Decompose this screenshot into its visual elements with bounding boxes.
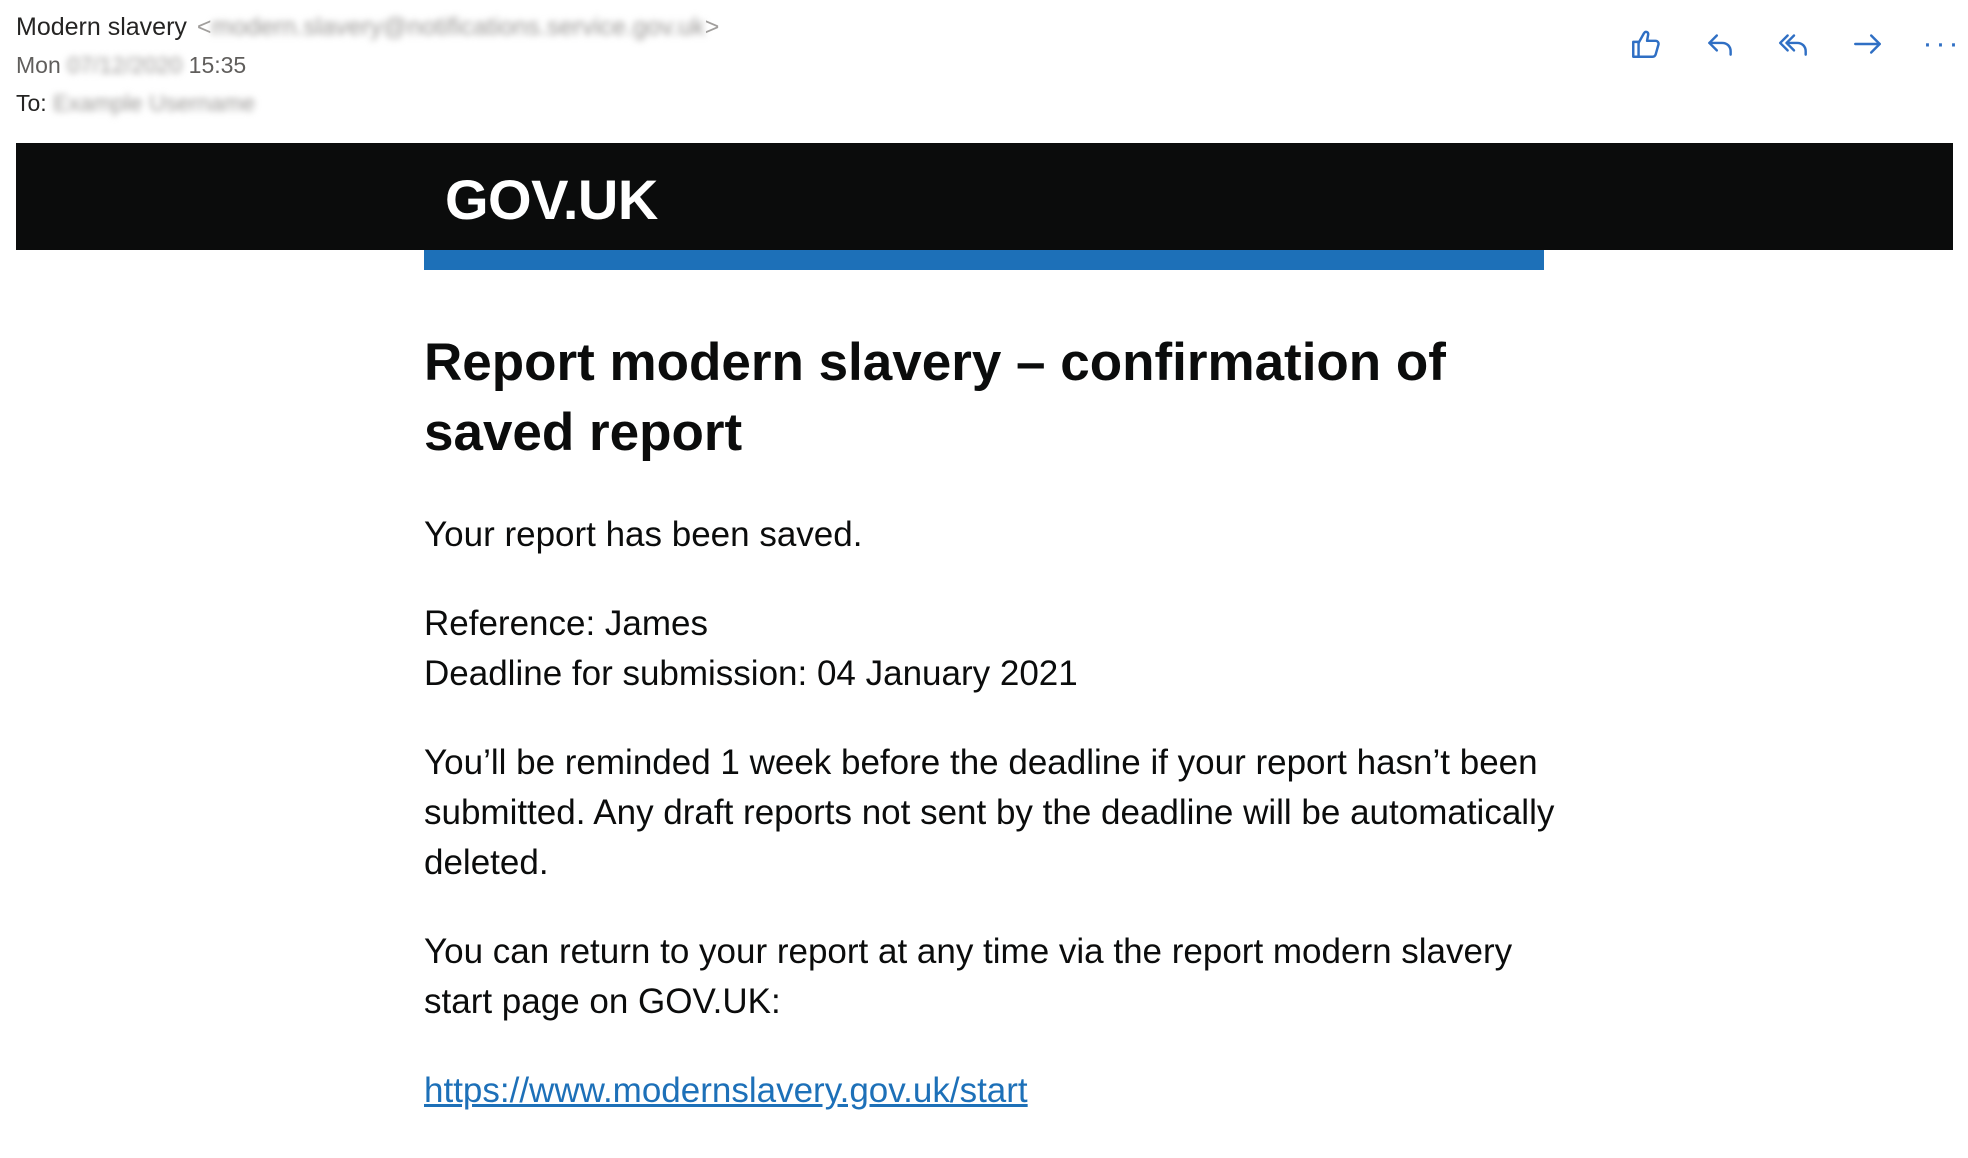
sender-line: Modern slavery < modern.slavery@notificat… [16,8,719,46]
govuk-header-bar [16,143,1953,250]
email-title: Report modern slavery – confirmation of … [424,333,1446,462]
thumbs-up-icon [1632,30,1660,58]
reminder-text: You’ll be reminded 1 week before the dea… [424,743,1555,882]
email-body: Report modern slavery – confirmation of … [424,328,1564,1116]
forward-icon [1854,34,1881,54]
message-actions: ··· [1628,26,1960,62]
reply-all-button[interactable] [1776,26,1812,62]
reply-all-icon [1778,34,1807,56]
to-line: To: Example Username [16,84,719,122]
reply-button[interactable] [1702,26,1738,62]
govuk-logo: GOV.UK [445,168,658,231]
to-value[interactable]: Example Username [53,90,255,117]
deadline-line: Deadline for submission: 04 January 2021 [424,654,1078,693]
start-page-link[interactable]: https://www.modernslavery.gov.uk/start [424,1071,1028,1110]
time-value: 15:35 [188,51,247,78]
more-button[interactable]: ··· [1922,26,1962,62]
sender-address: < modern.slavery@notifications.service.go… [196,12,720,41]
sender-name[interactable]: Modern slavery [16,13,187,42]
date-line: Mon 07/12/2020 15:35 [16,46,719,84]
like-button[interactable] [1628,26,1664,62]
date-value: 07/12/2020 [67,51,183,78]
report-details: Reference: James Deadline for submission… [424,599,1564,699]
email-header: Modern slavery < modern.slavery@notificat… [16,8,719,122]
date-day: Mon [16,51,61,78]
saved-confirmation-text: Your report has been saved. [424,515,863,554]
reference-line: Reference: James [424,604,709,643]
return-text: You can return to your report at any tim… [424,932,1513,1021]
reply-icon [1708,34,1732,56]
header-accent-rule [424,250,1544,270]
forward-button[interactable] [1850,26,1886,62]
more-icon: ··· [1922,27,1962,60]
sender-address-value: modern.slavery@notifications.service.gov… [211,12,705,41]
to-label: To: [16,89,47,116]
